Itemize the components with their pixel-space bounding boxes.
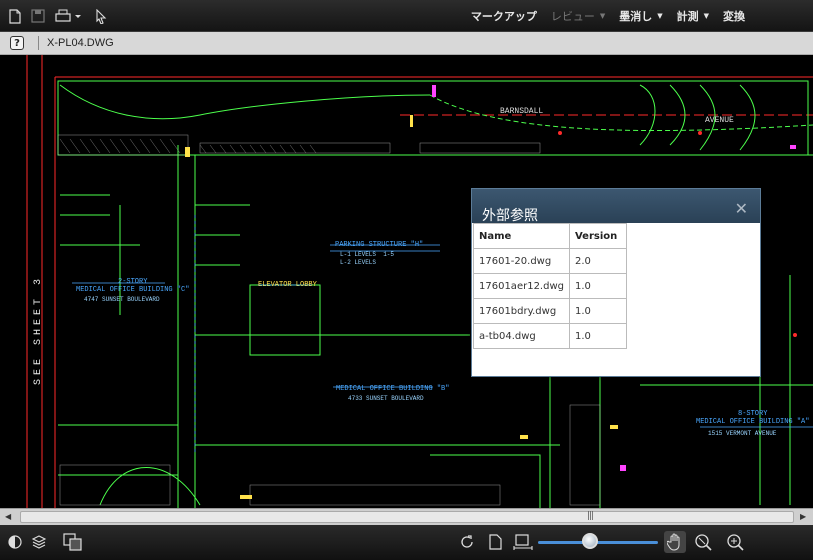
print-icon[interactable] — [54, 8, 82, 24]
table-header-row: Name Version — [473, 223, 627, 249]
sheet-reference-label: SEE SHEET 3 — [33, 274, 44, 385]
zoom-slider-handle[interactable] — [581, 533, 598, 549]
save-icon[interactable] — [30, 8, 46, 24]
dialog-title: 外部参照 — [482, 208, 538, 224]
label-mob-b: MEDICAL OFFICE BUILDING "B" — [336, 385, 450, 393]
table-row[interactable]: 17601-20.dwg 2.0 — [473, 248, 627, 274]
xref-name: 17601aer12.dwg — [473, 273, 570, 299]
xref-name: a-tb04.dwg — [473, 323, 570, 349]
help-icon[interactable]: ? — [10, 36, 24, 50]
street-label: BARNSDALL — [500, 107, 544, 116]
rotate-icon[interactable] — [458, 533, 476, 551]
xref-version: 1.0 — [568, 273, 627, 299]
main-menu: マークアップ レビュー ▼ 墨消し ▼ 計測 ▼ 変換 — [457, 0, 813, 32]
divider — [38, 36, 39, 50]
label-mob-a-sub: 1515 VERMONT AVENUE — [708, 430, 777, 437]
table-row[interactable]: 17601aer12.dwg 1.0 — [473, 273, 627, 299]
label-parking-structure: PARKING STRUCTURE "H" — [335, 241, 424, 249]
chevron-down-icon: ▼ — [703, 12, 709, 20]
label-mob-c-sub: 4747 SUNSET BOULEVARD — [84, 296, 160, 303]
chevron-down-icon: ▼ — [657, 12, 663, 20]
menu-review[interactable]: レビュー ▼ — [551, 8, 605, 24]
xref-name: 17601-20.dwg — [473, 248, 570, 274]
contrast-icon[interactable] — [6, 533, 24, 551]
menu-convert[interactable]: 変換 — [723, 8, 745, 24]
menu-markup[interactable]: マークアップ — [471, 8, 537, 24]
zoom-window-icon[interactable] — [694, 533, 712, 551]
dialog-header[interactable]: 外部参照 ✕ — [472, 189, 760, 224]
scrollbar-grip-icon: ||| — [587, 511, 594, 521]
xref-version: 1.0 — [568, 298, 627, 324]
document-title-bar: ? X-PL04.DWG — [0, 32, 813, 55]
table-row[interactable]: a-tb04.dwg 1.0 — [473, 323, 627, 349]
label-mob-b-sub: 4733 SUNSET BOULEVARD — [348, 395, 424, 402]
page-icon[interactable] — [486, 533, 504, 551]
label-elevator-lobby: ELEVATOR LOBBY — [258, 281, 317, 289]
label-parking-structure-sub: L-1 LEVELS 1-5 L-2 LEVELS — [340, 251, 395, 266]
xref-name: 17601bdry.dwg — [473, 298, 570, 324]
scrollbar-thumb[interactable] — [20, 511, 794, 523]
column-header-version[interactable]: Version — [568, 223, 627, 249]
menu-ink[interactable]: 墨消し ▼ — [619, 8, 662, 24]
menu-measure[interactable]: 計測 ▼ — [677, 8, 709, 24]
select-arrow-icon[interactable] — [94, 8, 108, 24]
xref-version: 1.0 — [568, 323, 627, 349]
top-toolbar: マークアップ レビュー ▼ 墨消し ▼ 計測 ▼ 変換 — [0, 0, 813, 32]
table-row[interactable]: 17601bdry.dwg 1.0 — [473, 298, 627, 324]
label-mob-c: 2-STORY MEDICAL OFFICE BUILDING "C" — [76, 278, 190, 294]
chevron-down-icon: ▼ — [599, 12, 606, 20]
fit-width-icon[interactable] — [512, 533, 534, 551]
xref-table: Name Version 17601-20.dwg 2.0 17601aer12… — [473, 223, 627, 349]
xref-version: 2.0 — [568, 248, 627, 274]
zoom-icon[interactable] — [726, 533, 744, 551]
pan-hand-icon[interactable] — [664, 531, 686, 553]
xref-dialog: 外部参照 ✕ Name Version 17601-20.dwg 2.0 176… — [471, 188, 761, 377]
document-filename: X-PL04.DWG — [47, 37, 114, 49]
column-header-name[interactable]: Name — [473, 223, 570, 249]
label-mob-a: 8-STORY MEDICAL OFFICE BUILDING "A" — [696, 410, 810, 426]
zoom-slider-track[interactable] — [538, 541, 658, 544]
bottom-toolbar — [0, 525, 813, 560]
new-file-icon[interactable] — [8, 8, 22, 24]
horizontal-scrollbar[interactable]: ◀ ▶ ||| — [0, 508, 813, 525]
layers-icon[interactable] — [30, 533, 48, 551]
scroll-right-icon[interactable]: ▶ — [800, 512, 806, 521]
xref-icon[interactable] — [62, 533, 84, 551]
scroll-left-icon[interactable]: ◀ — [5, 512, 11, 521]
close-icon[interactable]: ✕ — [735, 199, 748, 218]
avenue-label: AVENUE — [705, 116, 734, 125]
